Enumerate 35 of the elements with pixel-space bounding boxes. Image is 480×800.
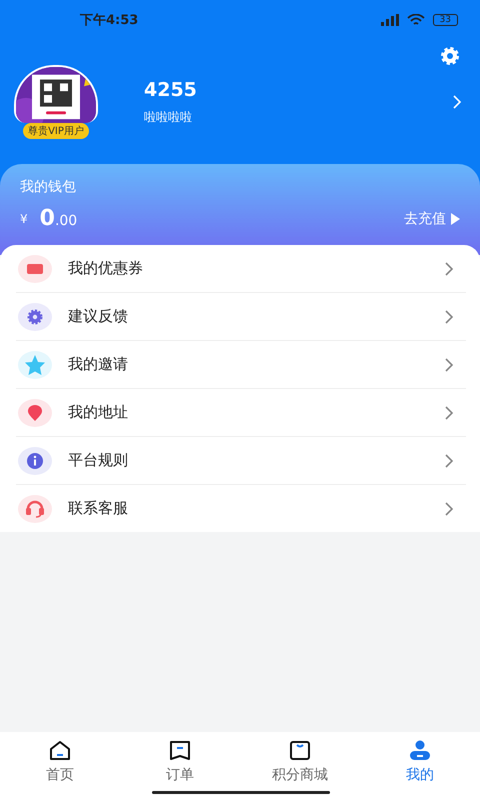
tab[interactable]: 积分商城 [240,732,360,800]
menu-item[interactable]: 我的地址 [16,389,466,437]
menu-label: 我的邀请 [68,355,129,374]
signal-icon [380,14,399,26]
chevron-right-icon[interactable] [452,94,462,110]
chevron-right-icon [444,308,454,324]
user-name: 4255 [144,78,198,100]
chevron-right-icon [444,356,454,372]
tab[interactable]: 订单 [120,732,240,800]
menu-item[interactable]: 我的优惠券 [16,245,466,293]
menu-label: 平台规则 [68,451,129,470]
wallet-balance: 0.00 [40,206,78,231]
menu-item[interactable]: 建议反馈 [16,293,466,341]
menu-item[interactable]: 联系客服 [16,485,466,532]
user-subtitle: 啦啦啦啦 [144,108,193,126]
menu-label: 联系客服 [68,499,129,518]
chevron-right-icon [444,500,454,516]
chevron-right-icon [444,404,454,420]
settings-icon[interactable] [438,44,462,68]
tab[interactable]: 我的 [360,732,480,800]
play-triangle-icon [450,212,460,224]
menu-label: 建议反馈 [68,307,129,326]
battery-level: 33 [432,14,458,26]
wifi-icon [406,14,425,26]
menu-label: 我的地址 [68,403,129,422]
vip-badge: 尊贵VIP用户 [23,123,89,139]
chevron-right-icon [444,260,454,276]
currency-symbol: ¥ [20,212,28,226]
status-time: 下午4:53 [80,12,140,29]
chevron-right-icon [444,452,454,468]
menu-item[interactable]: 平台规则 [16,437,466,485]
tab[interactable]: 首页 [0,732,120,800]
wallet-title: 我的钱包 [20,178,77,196]
menu-label: 我的优惠券 [68,259,144,278]
menu-item[interactable]: 我的邀请 [16,341,466,389]
